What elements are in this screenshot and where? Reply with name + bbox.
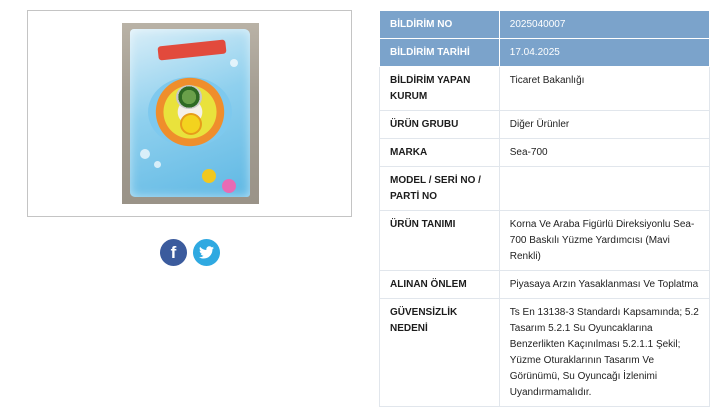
facebook-icon: f: [170, 243, 177, 262]
facebook-share-button[interactable]: f: [160, 239, 187, 266]
row-label: BİLDİRİM TARİHİ: [379, 38, 500, 67]
row-label: ÜRÜN GRUBU: [379, 110, 500, 139]
row-label: MARKA: [379, 138, 500, 167]
row-label: BİLDİRİM NO: [379, 10, 500, 39]
table-row: BİLDİRİM TARİHİ 17.04.2025: [379, 38, 711, 67]
row-value: Piyasaya Arzın Yasaklanması Ve Toplatma: [498, 270, 711, 299]
table-row: BİLDİRİM NO 2025040007: [379, 10, 711, 39]
row-value: 17.04.2025: [498, 38, 711, 67]
product-photo-frame: [27, 10, 352, 217]
bubble-graphic: [140, 149, 150, 159]
row-value: Diğer Ürünler: [498, 110, 711, 139]
flower-graphic: [202, 169, 216, 183]
twitter-icon: [199, 246, 214, 259]
row-label: GÜVENSİZLİK NEDENİ: [379, 298, 500, 407]
flower-graphic: [222, 179, 236, 193]
row-value: Ticaret Bakanlığı: [498, 66, 711, 111]
table-row: GÜVENSİZLİK NEDENİ Ts En 13138-3 Standard…: [379, 298, 711, 407]
steering-wheel-graphic: [176, 85, 202, 109]
product-photo[interactable]: [122, 23, 259, 204]
row-label: ÜRÜN TANIMI: [379, 210, 500, 271]
row-value: Korna Ve Araba Figürlü Direksiyonlu Sea-…: [498, 210, 711, 271]
row-label: BİLDİRİM YAPAN KURUM: [379, 66, 500, 111]
table-row: ÜRÜN GRUBU Diğer Ürünler: [379, 110, 711, 139]
table-row: ALINAN ÖNLEM Piyasaya Arzın Yasaklanması …: [379, 270, 711, 299]
table-row: MARKA Sea-700: [379, 138, 711, 167]
row-value: Sea-700: [498, 138, 711, 167]
bubble-graphic: [154, 161, 161, 168]
table-row: BİLDİRİM YAPAN KURUM Ticaret Bakanlığı: [379, 66, 711, 111]
row-value: [498, 166, 711, 211]
table-row: MODEL / SERİ NO / PARTİ NO: [379, 166, 711, 211]
table-row: ÜRÜN TANIMI Korna Ve Araba Figürlü Direks…: [379, 210, 711, 271]
row-value: Ts En 13138-3 Standardı Kapsamında; 5.2 …: [498, 298, 711, 407]
swim-aid-package: [130, 29, 250, 197]
bubble-graphic: [230, 59, 238, 67]
package-label: [157, 39, 227, 61]
twitter-share-button[interactable]: [193, 239, 220, 266]
duck-graphic: [182, 115, 200, 133]
notification-detail-table: BİLDİRİM NO 2025040007 BİLDİRİM TARİHİ 17.0…: [379, 10, 711, 407]
row-label: MODEL / SERİ NO / PARTİ NO: [379, 166, 500, 211]
row-label: ALINAN ÖNLEM: [379, 270, 500, 299]
row-value: 2025040007: [498, 10, 711, 39]
